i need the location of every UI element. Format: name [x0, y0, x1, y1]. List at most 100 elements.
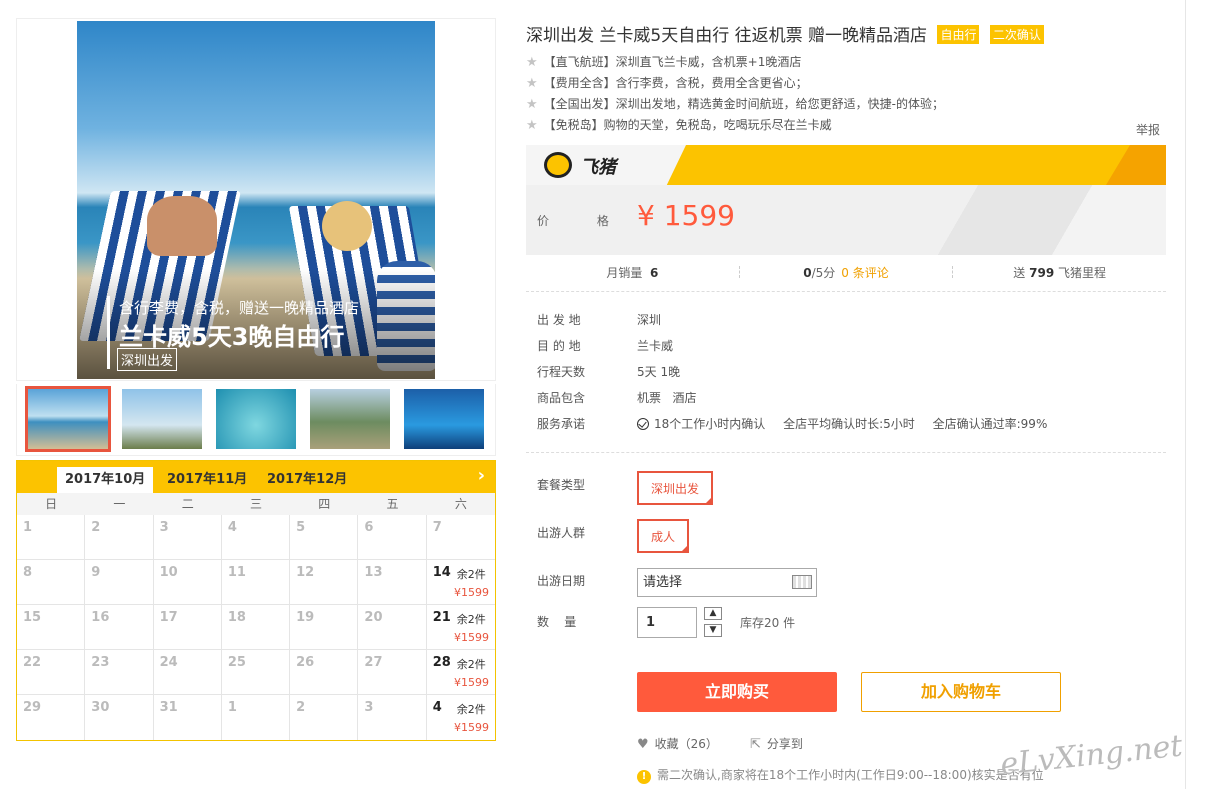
- day-number: 27: [364, 655, 383, 670]
- day-number: 4: [432, 700, 442, 715]
- day-number: 14: [432, 565, 451, 580]
- calendar-day: 10: [153, 560, 222, 605]
- calendar-day[interactable]: 28 余2件 ¥1599: [426, 650, 495, 695]
- quantity-label: 数 量: [537, 615, 577, 629]
- calendar-day[interactable]: 21 余2件 ¥1599: [426, 605, 495, 650]
- thumbnail-3[interactable]: [216, 389, 296, 449]
- thumbnail-4[interactable]: [310, 389, 390, 449]
- highlight-item: ★ 【免税岛】购物的天堂，免税岛，吃喝玩乐尽在兰卡威: [526, 118, 832, 133]
- day-number: 3: [364, 700, 374, 715]
- favorite-button[interactable]: ♥ 收藏（26）: [637, 735, 718, 752]
- calendar-day: 20: [358, 605, 427, 650]
- hero-image[interactable]: 含行李费，含税，赠送一晚精品酒店 兰卡威5天3晚自由行 深圳出发: [77, 21, 435, 379]
- divider: [526, 291, 1166, 292]
- hero-subtitle: 含行李费，含税，赠送一晚精品酒店: [119, 299, 360, 317]
- day-number: 3: [159, 520, 169, 535]
- star-icon: ★: [526, 55, 538, 70]
- calendar-day: 2: [85, 515, 154, 560]
- weekday-label: 日: [45, 497, 58, 511]
- day-number: 31: [159, 700, 178, 715]
- price-box: 飞猪 价 格 ¥ 1599: [526, 145, 1166, 255]
- calendar-day: 19: [290, 605, 359, 650]
- fliggy-logo-icon: [544, 152, 572, 178]
- calendar-day: 17: [153, 605, 222, 650]
- weekday-header: 日 一 二 三 四 五 六: [17, 493, 495, 515]
- month-tab[interactable]: 2017年10月: [57, 467, 154, 493]
- calendar-day: 4: [221, 515, 291, 560]
- package-option[interactable]: 深圳出发: [637, 471, 713, 505]
- weekday-label: 二: [181, 497, 194, 511]
- calendar-day: 1: [222, 695, 291, 740]
- weekday-label: 三: [249, 497, 262, 511]
- crowd-label: 出游人群: [537, 526, 586, 540]
- travel-date-select[interactable]: 请选择: [637, 568, 817, 597]
- day-number: 2: [296, 700, 306, 715]
- thumbnail-1[interactable]: [25, 386, 111, 452]
- day-number: 5: [296, 520, 306, 535]
- calendar-day: 7: [426, 515, 495, 560]
- hero-tag: 深圳出发: [117, 348, 178, 371]
- highlight-item: ★ 【全国出发】深圳出发地，精选黄金时间航班，给您更舒适，快捷-的体验；: [526, 97, 944, 112]
- calendar-day[interactable]: 14 余2件 ¥1599: [426, 560, 495, 605]
- calendar-day: 1: [17, 515, 86, 560]
- calendar-day: 11: [221, 560, 291, 605]
- crowd-option[interactable]: 成人: [637, 519, 689, 553]
- calendar-day: 6: [358, 515, 427, 560]
- share-icon: ⇱: [750, 737, 761, 752]
- calendar-day: 30: [85, 695, 154, 740]
- price-value: ¥ 1599: [637, 199, 735, 232]
- check-circle-icon: [637, 418, 649, 430]
- calendar-icon[interactable]: [792, 575, 812, 589]
- day-number: 24: [159, 655, 178, 670]
- quantity-up-icon[interactable]: ▲: [704, 607, 722, 620]
- calendar-grid: 1 2 3 4 5 6 7 8 9 10 11 12 13 14 余2件 ¥1599 15 16 17 18 19 20 2…: [17, 515, 495, 740]
- add-to-cart-button[interactable]: 加入购物车: [861, 672, 1061, 712]
- report-link[interactable]: 举报: [1136, 121, 1160, 138]
- day-stock: 余2件: [456, 703, 486, 716]
- stats-bar: 月销量 6 0/5分 0 条评论 送 799 飞猪里程: [526, 257, 1166, 287]
- product-title-text: 深圳出发 兰卡威5天自由行 往返机票 赠一晚精品酒店: [526, 26, 928, 46]
- info-row: 出 发 地深圳: [537, 313, 662, 327]
- image-gallery: 含行李费，含税，赠送一晚精品酒店 兰卡威5天3晚自由行 深圳出发: [16, 18, 496, 381]
- calendar-day: 2: [290, 695, 359, 740]
- highlight-item: ★ 【费用全含】含行李费，含税，费用全含更省心；: [526, 76, 808, 91]
- day-number: 29: [23, 700, 42, 715]
- day-price: ¥1599: [453, 586, 489, 599]
- calendar-day: 22: [17, 650, 86, 695]
- month-tab[interactable]: 2017年11月: [159, 467, 255, 493]
- share-button[interactable]: ⇱ 分享到: [750, 735, 803, 752]
- calendar-day: 9: [85, 560, 154, 605]
- badge-free-travel: 自由行: [937, 25, 980, 44]
- weekday-label: 五: [386, 497, 399, 511]
- day-number: 19: [296, 610, 315, 625]
- quantity-down-icon[interactable]: ▼: [704, 624, 722, 637]
- quantity-input[interactable]: 1: [637, 607, 697, 638]
- star-icon: ★: [526, 118, 538, 133]
- person-graphic: [322, 201, 372, 251]
- reviews-link[interactable]: 0 条评论: [841, 266, 888, 280]
- next-month-icon[interactable]: ›: [478, 465, 485, 486]
- calendar-day: 27: [358, 650, 427, 695]
- divider: [526, 452, 1166, 453]
- warning-icon: !: [637, 770, 651, 784]
- weekday-label: 四: [318, 497, 331, 511]
- calendar-day: 3: [358, 695, 427, 740]
- day-number: 9: [91, 565, 101, 580]
- buy-now-button[interactable]: 立即购买: [637, 672, 837, 712]
- calendar-day: 15: [17, 605, 86, 650]
- date-label: 出游日期: [537, 574, 586, 588]
- day-stock: 余2件: [456, 613, 486, 626]
- thumbnail-5[interactable]: [404, 389, 484, 449]
- calendar-day[interactable]: 4 余2件 ¥1599: [427, 695, 495, 740]
- day-number: 8: [23, 565, 33, 580]
- calendar-day: 24: [153, 650, 222, 695]
- calendar-day: 26: [290, 650, 359, 695]
- day-number: 23: [91, 655, 110, 670]
- info-row: 商品包含 机票 酒店: [537, 391, 697, 405]
- month-tab[interactable]: 2017年12月: [259, 467, 355, 493]
- day-number: 22: [23, 655, 42, 670]
- hero-title: 兰卡威5天3晚自由行: [119, 323, 345, 351]
- day-number: 13: [364, 565, 383, 580]
- day-number: 1: [23, 520, 33, 535]
- thumbnail-2[interactable]: [122, 389, 202, 449]
